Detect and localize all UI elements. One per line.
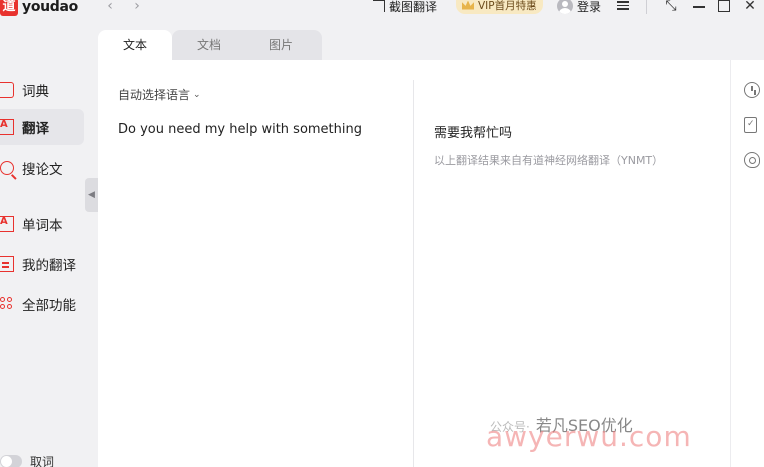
crop-icon <box>373 0 385 12</box>
back-arrow-icon[interactable]: ‹ <box>103 0 117 14</box>
translation-source-note: 以上翻译结果来自有道神经网络翻译（YNMT） <box>434 154 664 167</box>
sidebar-item-translate[interactable]: 翻译 <box>0 109 84 145</box>
maximize-button[interactable] <box>716 0 732 14</box>
avatar-icon <box>557 0 573 14</box>
listen-icon[interactable] <box>744 152 760 168</box>
sidebar-collapse-handle[interactable]: ◀ <box>85 178 98 212</box>
tab-image[interactable]: 图片 <box>244 30 318 60</box>
menu-icon[interactable] <box>617 0 629 11</box>
window-controls-divider <box>646 0 647 14</box>
screenshot-translate-label: 截图翻译 <box>389 0 438 14</box>
translation-panel: 自动选择语言 ⌄ Do you need my help with someth… <box>98 60 730 467</box>
sidebar-item-label: 词典 <box>22 84 49 100</box>
logo-mark: 道 <box>0 0 18 16</box>
my-translations-icon <box>0 256 14 272</box>
history-icon[interactable] <box>744 82 760 98</box>
translate-icon <box>0 119 14 135</box>
tool-rail <box>730 60 764 467</box>
source-text-input[interactable]: Do you need my help with something <box>118 122 362 137</box>
sidebar-item-label: 翻译 <box>22 121 49 137</box>
tab-document[interactable]: 文档 <box>172 30 246 60</box>
pin-window-icon[interactable]: ⤡ <box>663 0 679 14</box>
language-select-label: 自动选择语言 <box>118 88 191 102</box>
word-capture-label: 取词 <box>30 454 55 467</box>
tab-text[interactable]: 文本 <box>98 30 172 60</box>
title-bar: 道 youdao ‹ › 截图翻译 VIP首月特惠 登录 ⤡ ✕ <box>0 0 764 18</box>
sidebar-item-my-translations[interactable]: 我的翻译 <box>0 246 84 282</box>
watermark-site: awyerwu.com <box>486 420 692 453</box>
chevron-down-icon: ⌄ <box>193 89 201 100</box>
sidebar-item-dictionary[interactable]: 词典 <box>0 72 84 108</box>
forward-arrow-icon[interactable]: › <box>130 0 144 14</box>
language-select[interactable]: 自动选择语言 ⌄ <box>118 86 201 103</box>
login-label: 登录 <box>577 0 602 14</box>
close-button[interactable]: ✕ <box>742 0 758 14</box>
word-capture-toggle-row: 取词 <box>0 453 54 467</box>
sidebar-item-wordbook[interactable]: 单词本 <box>0 206 84 242</box>
notes-icon[interactable] <box>744 117 757 133</box>
vip-badge[interactable]: VIP首月特惠 <box>456 0 543 14</box>
sidebar-item-all-features[interactable]: 全部功能 <box>0 286 84 322</box>
crown-icon <box>462 0 474 10</box>
sidebar-item-search-papers[interactable]: 搜论文 <box>0 150 84 186</box>
translation-result: 需要我帮忙吗 <box>434 126 513 141</box>
watermark: 公众号· 若凡SEO优化 awyerwu.com <box>486 412 691 453</box>
logo-text: youdao <box>22 0 78 15</box>
sidebar-item-label: 我的翻译 <box>22 258 76 274</box>
wordbook-icon <box>0 216 14 232</box>
sidebar-item-label: 全部功能 <box>22 298 76 314</box>
all-features-icon <box>0 297 14 311</box>
sidebar-item-label: 搜论文 <box>22 162 63 178</box>
sidebar-item-label: 单词本 <box>22 218 63 234</box>
search-paper-icon <box>0 161 14 175</box>
minimize-button[interactable] <box>691 0 707 14</box>
vip-badge-label: VIP首月特惠 <box>478 0 537 12</box>
screenshot-translate-button[interactable]: 截图翻译 <box>373 0 437 14</box>
panel-divider <box>413 80 414 467</box>
login-button[interactable]: 登录 <box>557 0 601 15</box>
dictionary-icon <box>0 82 14 98</box>
app-logo: 道 youdao <box>0 0 78 17</box>
word-capture-toggle[interactable] <box>0 454 22 467</box>
